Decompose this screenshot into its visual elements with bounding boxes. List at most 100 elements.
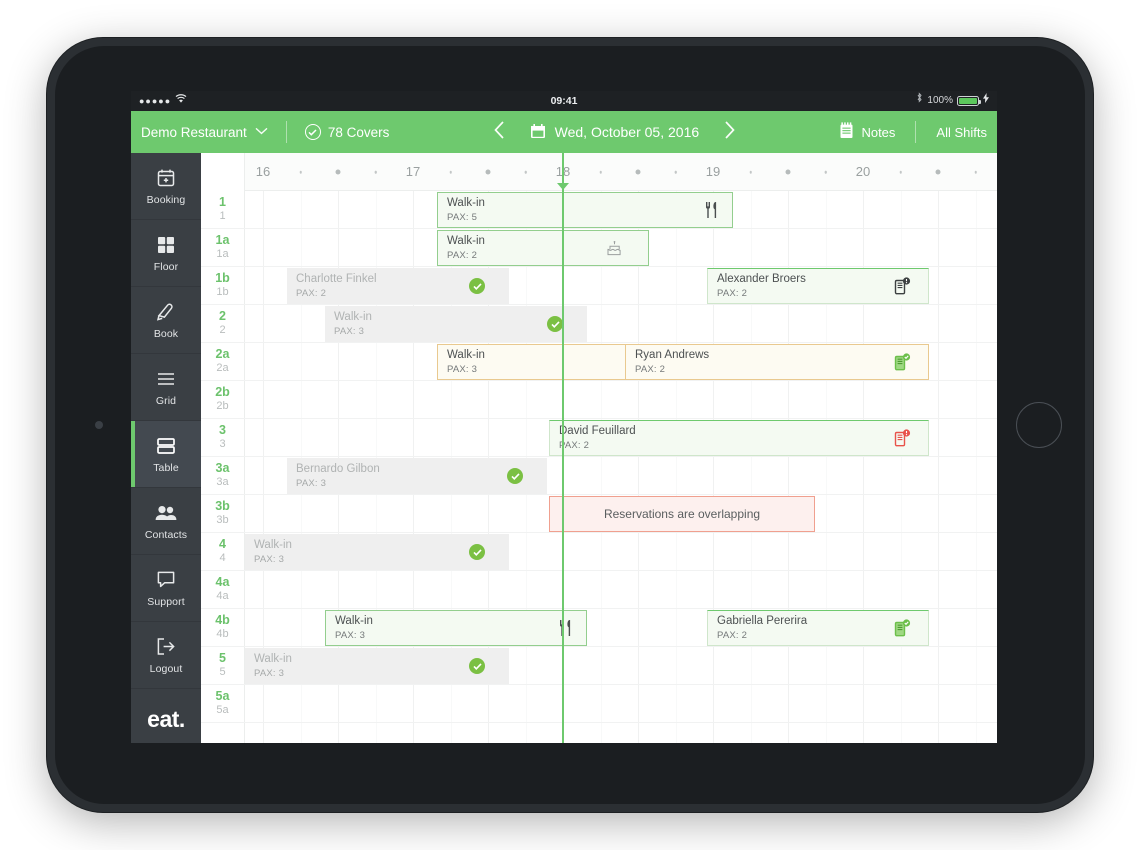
table-number-sub: 4	[219, 551, 226, 564]
table-row[interactable]: 5a 5a	[201, 685, 997, 723]
table-row[interactable]: 3a 3a Bernardo Gilbon PAX: 3	[201, 457, 997, 495]
status-check-badge	[507, 468, 523, 484]
table-row[interactable]: 1a 1a Walk-in PAX: 2	[201, 229, 997, 267]
timeline-grid[interactable]: 1 1 Walk-in PAX: 5 1a 1a Walk-in PAX: 2 1b 1b Char…	[201, 191, 997, 743]
reservation-block[interactable]: Ryan Andrews PAX: 2	[625, 344, 929, 380]
previous-day-button[interactable]	[491, 121, 508, 143]
next-day-button[interactable]	[721, 121, 738, 143]
table-number-sub: 3b	[216, 513, 229, 526]
status-check-badge	[469, 544, 485, 560]
table-number-sub: 3a	[216, 475, 229, 488]
current-date[interactable]: Wed, October 05, 2016	[530, 123, 699, 142]
pax-count: PAX: 3	[447, 363, 478, 375]
current-time-line	[562, 153, 564, 743]
sidebar-label: Logout	[149, 662, 183, 675]
status-check-badge	[469, 278, 485, 294]
table-number: 3b	[215, 498, 230, 513]
reservation-text: Walk-in PAX: 3	[335, 615, 373, 640]
sidebar-label: Support	[147, 595, 185, 608]
reservation-block[interactable]: Alexander Broers PAX: 2	[707, 268, 929, 304]
home-button[interactable]	[1016, 402, 1062, 448]
pax-count: PAX: 3	[296, 477, 327, 489]
notepad-icon	[839, 122, 854, 142]
reservation-text: Walk-in PAX: 2	[447, 235, 485, 260]
calendar-plus-icon	[156, 167, 176, 189]
pax-count: PAX: 3	[334, 325, 365, 337]
table-row[interactable]: 5 5 Walk-in PAX: 3	[201, 647, 997, 685]
front-camera	[95, 421, 103, 429]
guest-name: Charlotte Finkel	[296, 273, 377, 286]
notes-button[interactable]: Notes	[839, 122, 895, 142]
table-number: 2b	[215, 384, 230, 399]
overlap-warning-block[interactable]: Reservations are overlapping	[549, 496, 815, 532]
sidebar-label: Table	[153, 461, 179, 474]
table-row-label: 2a 2a	[201, 343, 245, 380]
mobile-ok-icon	[894, 353, 911, 371]
covers-status[interactable]: 78 Covers	[304, 124, 390, 140]
reservation-text: Walk-in PAX: 3	[254, 539, 292, 564]
sidebar-item-contacts[interactable]: Contacts	[131, 488, 201, 555]
time-axis: 1617181920	[201, 153, 997, 191]
table-number-sub: 1	[219, 209, 226, 222]
reservation-text: David Feuillard PAX: 2	[559, 425, 636, 450]
sidebar-item-booking[interactable]: Booking	[131, 153, 201, 220]
table-row[interactable]: 2b 2b	[201, 381, 997, 419]
sidebar-item-support[interactable]: Support	[131, 555, 201, 622]
table-row[interactable]: 1b 1b Charlotte Finkel PAX: 2 Alexander Broe…	[201, 267, 997, 305]
table-number: 3	[219, 422, 226, 437]
venue-name[interactable]: Demo Restaurant	[141, 125, 247, 140]
table-row[interactable]: 1 1 Walk-in PAX: 5	[201, 191, 997, 229]
circle-check-icon	[304, 124, 321, 140]
reservation-block[interactable]: Walk-in PAX: 3	[325, 306, 587, 342]
charging-bolt-icon	[983, 91, 989, 111]
status-bar-right: 100%	[916, 91, 989, 111]
sidebar-item-logout[interactable]: Logout	[131, 622, 201, 689]
reservation-block[interactable]: Walk-in PAX: 3	[245, 648, 509, 684]
logout-arrow-icon	[155, 636, 177, 658]
table-row-label: 33	[201, 419, 245, 456]
table-row[interactable]: 4a 4a	[201, 571, 997, 609]
table-row-label: 4b 4b	[201, 609, 245, 646]
reservation-block[interactable]: Walk-in PAX: 3	[245, 534, 509, 570]
cake-icon	[606, 240, 623, 256]
pax-count: PAX: 2	[717, 629, 748, 641]
chevron-down-icon[interactable]	[255, 126, 268, 138]
list-lines-icon	[155, 368, 177, 390]
guest-name: Ryan Andrews	[635, 349, 710, 362]
tablet-device-frame: ●●●●● 09:41 100% Demo Restaurant 78 Cove…	[47, 38, 1093, 812]
guest-name: Gabriella Pererira	[717, 615, 808, 628]
pax-count: PAX: 5	[447, 211, 478, 223]
sidebar-item-book[interactable]: Book	[131, 287, 201, 354]
reservation-block[interactable]: Gabriella Pererira PAX: 2	[707, 610, 929, 646]
reservation-block[interactable]: Walk-in PAX: 5	[437, 192, 733, 228]
table-row-label: 1b 1b	[201, 267, 245, 304]
table-row[interactable]: 2a 2a Walk-in PAX: 3 Ryan Andrews PAX: 2	[201, 343, 997, 381]
table-row-label: 1a 1a	[201, 229, 245, 266]
reservation-block[interactable]: Bernardo Gilbon PAX: 3	[287, 458, 547, 494]
status-check-badge	[547, 316, 563, 332]
table-row-label: 5a 5a	[201, 685, 245, 722]
axis-quarter-tick	[599, 170, 602, 174]
table-row[interactable]: 3b 3b Reservations are overlapping	[201, 495, 997, 533]
table-row-label: 4a 4a	[201, 571, 245, 608]
axis-hour-label: 19	[705, 164, 721, 179]
axis-halfhour-tick	[635, 169, 641, 175]
table-row[interactable]: 4 4 Walk-in PAX: 3	[201, 533, 997, 571]
all-shifts-button[interactable]: All Shifts	[936, 125, 987, 140]
mobile-red-icon	[894, 429, 911, 447]
table-number: 2a	[215, 346, 230, 361]
sidebar-item-table[interactable]: Table	[131, 421, 201, 488]
reservation-text: Charlotte Finkel PAX: 2	[296, 273, 377, 298]
covers-count-label: 78 Covers	[327, 124, 390, 140]
reservation-block[interactable]: Walk-in PAX: 3	[325, 610, 587, 646]
table-row[interactable]: 4b 4b Walk-in PAX: 3 Gabriella Pererira PAX: …	[201, 609, 997, 647]
table-row[interactable]: 3 3 David Feuillard PAX: 2	[201, 419, 997, 457]
table-rows-icon	[155, 435, 177, 457]
reservation-block[interactable]: David Feuillard PAX: 2	[549, 420, 929, 456]
reservation-block[interactable]: Walk-in PAX: 2	[437, 230, 649, 266]
status-bar: ●●●●● 09:41 100%	[131, 91, 997, 111]
sidebar-item-floor[interactable]: Floor	[131, 220, 201, 287]
table-row[interactable]: 2 2 Walk-in PAX: 3	[201, 305, 997, 343]
reservation-block[interactable]: Charlotte Finkel PAX: 2	[287, 268, 509, 304]
sidebar-item-grid[interactable]: Grid	[131, 354, 201, 421]
